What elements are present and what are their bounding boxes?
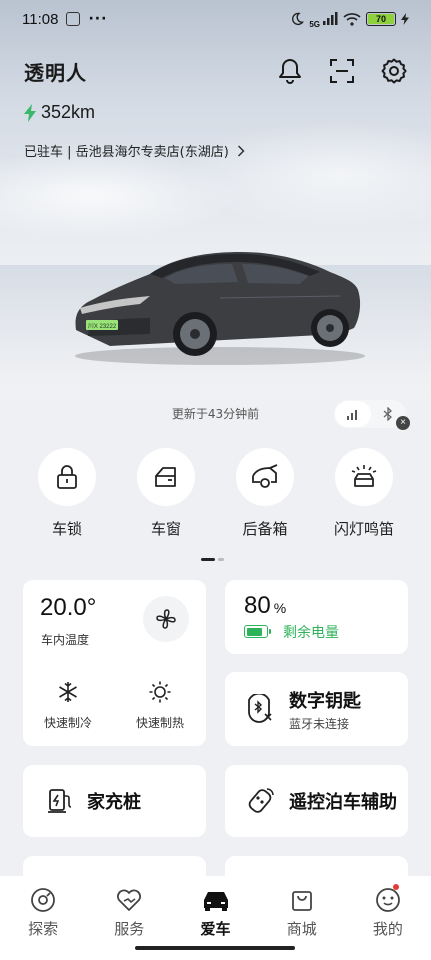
lock-icon (57, 465, 77, 489)
battery-percent-value: 80 (244, 592, 271, 619)
remote-parking-title: 遥控泊车辅助 (289, 792, 397, 813)
explore-icon (31, 888, 55, 912)
page-dot (218, 558, 224, 561)
bluetooth-icon (383, 407, 393, 421)
cabin-temperature-label: 车内温度 (41, 633, 90, 647)
quick-heat-label: 快速制热 (135, 716, 184, 730)
remote-key-icon (248, 788, 274, 813)
quick-cool-label: 快速制冷 (43, 716, 92, 730)
settings-button[interactable] (379, 56, 409, 86)
window-icon (155, 467, 176, 487)
service-icon (117, 889, 142, 911)
page-dot-active (201, 558, 215, 561)
tab-my-car-label: 爱车 (200, 920, 231, 938)
battery-fill (246, 627, 262, 636)
fan-icon (156, 609, 176, 629)
trunk-icon (252, 464, 278, 488)
tab-service-label: 服务 (114, 920, 145, 938)
battery-label: 剩余电量 (283, 625, 339, 641)
control-flash-horn[interactable]: 闪灯鸣笛 (327, 448, 401, 539)
fan-button[interactable] (143, 596, 189, 642)
user-name: 透明人 (24, 60, 87, 85)
trunk-button[interactable] (236, 448, 294, 506)
page-indicator (201, 558, 224, 561)
notification-icon (66, 12, 81, 26)
control-lock[interactable]: 车锁 (30, 448, 104, 539)
status-bar: 11:08 ··· 5G 70 (0, 0, 431, 38)
connection-toggle[interactable]: × (334, 400, 410, 430)
moon-icon (292, 12, 305, 26)
wifi-icon (343, 13, 361, 26)
window-button[interactable] (137, 448, 195, 506)
battery-percent: 80% (244, 592, 286, 620)
battery-percent-unit: % (273, 600, 287, 616)
range-display: 352km (24, 102, 95, 123)
flash-horn-icon (351, 465, 377, 487)
notifications-button[interactable] (275, 56, 305, 86)
window-label: 车窗 (150, 520, 181, 538)
status-time: 11:08 (22, 10, 59, 28)
car-icon (203, 892, 228, 911)
snowflake-icon (59, 682, 77, 702)
digital-key-title: 数字钥匙 (289, 691, 361, 712)
home-charger-card[interactable]: 家充桩 (23, 765, 206, 837)
lock-label: 车锁 (51, 520, 82, 538)
scan-icon (330, 59, 354, 83)
location-text: 已驻车 | 岳池县海尔专卖店(东湖店) (24, 145, 229, 160)
quick-cool-button[interactable]: 快速制冷 (33, 680, 103, 731)
cellular-mode[interactable] (335, 401, 371, 427)
profile-icon (376, 888, 400, 912)
car-image: 川X 23222 (75, 252, 365, 365)
signal-bars-icon (346, 410, 357, 420)
range-value: 352km (41, 102, 96, 122)
lock-button[interactable] (38, 448, 96, 506)
trunk-label: 后备箱 (242, 520, 288, 538)
charger-icon (48, 789, 72, 813)
tab-profile-label: 我的 (372, 920, 403, 938)
sun-icon (149, 681, 171, 703)
network-label: 5G (309, 19, 320, 29)
bell-icon (279, 59, 301, 84)
bluetooth-key-icon (248, 694, 272, 723)
battery-level: 70 (368, 14, 394, 24)
home-charger-title: 家充桩 (87, 792, 141, 813)
scan-button[interactable] (327, 56, 357, 86)
parking-location[interactable]: 已驻车 | 岳池县海尔专卖店(东湖店) (24, 141, 245, 160)
home-indicator (135, 946, 295, 950)
digital-key-status: 蓝牙未连接 (289, 717, 350, 731)
disconnected-icon: × (396, 416, 410, 430)
more-notifications: ··· (88, 11, 108, 27)
charging-icon (401, 13, 409, 25)
control-trunk[interactable]: 后备箱 (228, 448, 302, 539)
battery-card[interactable]: 80% 剩余电量 (225, 580, 408, 654)
flash-horn-label: 闪灯鸣笛 (333, 520, 394, 538)
control-window[interactable]: 车窗 (129, 448, 203, 539)
tab-shop-label: 商城 (286, 920, 317, 938)
tab-explore-label: 探索 (28, 920, 59, 938)
chevron-right-icon (237, 144, 245, 157)
cabin-temperature: 20.0° (40, 594, 97, 621)
license-plate: 川X 23222 (88, 323, 117, 330)
climate-card[interactable]: 20.0° 车内温度 快速制冷 快速制热 (23, 580, 206, 746)
tab-profile[interactable]: 我的 (345, 884, 431, 960)
battery-icon (244, 625, 271, 638)
quick-controls: 车锁 车窗 后备箱 闪灯鸣笛 (30, 448, 401, 539)
lightning-icon (24, 103, 36, 122)
digital-key-card[interactable]: 数字钥匙 蓝牙未连接 (225, 672, 408, 746)
gear-icon (381, 58, 407, 84)
page-header: 透明人 (24, 56, 409, 86)
signal-icon (323, 12, 338, 25)
quick-heat-button[interactable]: 快速制热 (125, 680, 195, 731)
tab-explore[interactable]: 探索 (0, 886, 86, 960)
flash-horn-button[interactable] (335, 448, 393, 506)
remote-parking-card[interactable]: 遥控泊车辅助 (225, 765, 408, 837)
shop-icon (291, 891, 312, 911)
battery-indicator: 70 (366, 12, 396, 26)
notification-dot (392, 884, 399, 890)
